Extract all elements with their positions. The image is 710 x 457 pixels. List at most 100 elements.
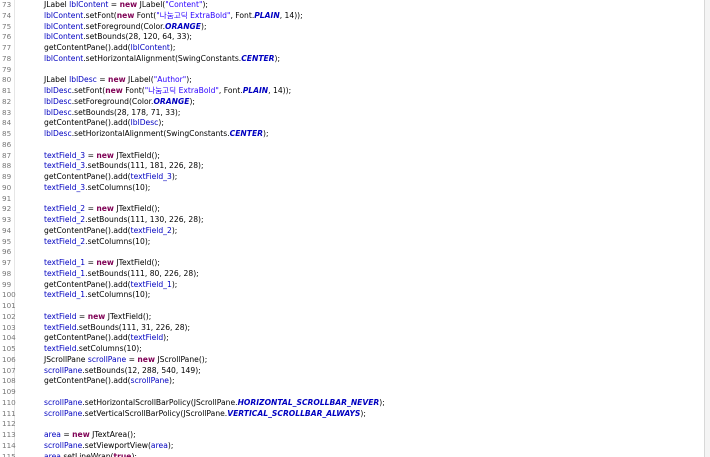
- code-line[interactable]: 81 lblDesc.setFont(new Font("나눔고딕 ExtraBo…: [0, 86, 704, 97]
- code-token: textField_1: [44, 268, 86, 278]
- code-token: );: [169, 43, 176, 52]
- line-number: 112: [2, 419, 16, 429]
- code-token: textField: [44, 322, 77, 332]
- code-line[interactable]: 109: [0, 387, 704, 398]
- line-number: 77: [2, 43, 12, 52]
- code-line[interactable]: 105 textField.setColumns(10);: [0, 344, 704, 355]
- code-line[interactable]: 79: [0, 65, 704, 76]
- line-number: 75: [2, 21, 12, 31]
- code-line[interactable]: 78 lblContent.setHorizontalAlignment(Swin…: [0, 54, 704, 65]
- code-text: textField_2 = new JTextField();: [44, 204, 160, 215]
- code-token: lblContent: [44, 53, 84, 63]
- code-line[interactable]: 102 textField = new JTextField();: [0, 312, 704, 323]
- code-token: new: [96, 150, 114, 160]
- code-line[interactable]: 73 JLabel lblContent = new JLabel("Conten…: [0, 0, 704, 11]
- code-line[interactable]: 103 textField.setBounds(111, 31, 226, 28)…: [0, 323, 704, 334]
- code-line[interactable]: 85 lblDesc.setHorizontalAlignment(SwingCo…: [0, 129, 704, 140]
- code-token: );: [360, 408, 366, 418]
- code-line[interactable]: 92 textField_2 = new JTextField();: [0, 204, 704, 215]
- code-line[interactable]: 74 lblContent.setFont(new Font("나눔고딕 Extr…: [0, 11, 704, 22]
- code-token: new: [108, 75, 126, 85]
- code-text: lblContent.setForeground(Color.ORANGE);: [44, 22, 207, 33]
- code-text: lblDesc.setFont(new Font("나눔고딕 ExtraBold…: [44, 86, 291, 97]
- code-text: textField_1 = new JTextField();: [44, 258, 160, 269]
- code-line[interactable]: 110 scrollPane.setHorizontalScrollBarPoli…: [0, 398, 704, 409]
- code-line[interactable]: 75 lblContent.setForeground(Color.ORANGE)…: [0, 22, 704, 33]
- code-line[interactable]: 91: [0, 194, 704, 205]
- vertical-scrollbar[interactable]: [705, 0, 710, 457]
- code-token: );: [189, 96, 195, 106]
- code-line[interactable]: 107 scrollPane.setBounds(12, 288, 540, 14…: [0, 366, 704, 377]
- code-line[interactable]: 80 JLabel lblDesc = new JLabel("Author");: [0, 75, 704, 86]
- code-line[interactable]: 106 JScrollPane scrollPane = new JScrollP…: [0, 355, 704, 366]
- code-token: =: [85, 204, 97, 214]
- code-text: textField_2.setBounds(111, 130, 226, 28)…: [44, 215, 204, 226]
- code-line[interactable]: 77 getContentPane().add(lblContent);: [0, 43, 704, 54]
- code-line[interactable]: 96: [0, 247, 704, 258]
- code-token: textField: [44, 344, 77, 353]
- code-token: textField_2: [44, 236, 86, 246]
- code-line[interactable]: 88 textField_3.setBounds(111, 181, 226, 2…: [0, 161, 704, 172]
- code-line[interactable]: 100 textField_1.setColumns(10);: [0, 290, 704, 301]
- code-line[interactable]: 83 lblDesc.setBounds(28, 178, 71, 33);: [0, 108, 704, 119]
- code-line[interactable]: 87 textField_3 = new JTextField();: [0, 151, 704, 162]
- code-token: =: [85, 150, 97, 160]
- code-line[interactable]: 111 scrollPane.setVerticalScrollBarPolicy…: [0, 409, 704, 420]
- code-token: .setColumns(10);: [85, 182, 151, 192]
- code-text: textField.setBounds(111, 31, 226, 28);: [44, 323, 190, 334]
- code-line[interactable]: 113 area = new JTextArea();: [0, 430, 704, 441]
- code-token: scrollPane: [44, 365, 83, 375]
- line-number: 90: [2, 182, 12, 192]
- code-token: textField: [44, 311, 77, 321]
- line-number: 113: [2, 430, 16, 439]
- code-line[interactable]: 90 textField_3.setColumns(10);: [0, 183, 704, 194]
- code-token: =: [108, 0, 120, 9]
- code-line[interactable]: 112: [0, 419, 704, 430]
- line-number: 100: [2, 290, 16, 300]
- code-token: =: [60, 430, 73, 439]
- code-line[interactable]: 89 getContentPane().add(textField_3);: [0, 172, 704, 183]
- code-token: );: [263, 129, 269, 138]
- code-text: scrollPane.setVerticalScrollBarPolicy(JS…: [44, 409, 366, 420]
- code-token: getContentPane().add(: [44, 333, 131, 343]
- code-text: getContentPane().add(scrollPane);: [44, 376, 175, 387]
- code-token: .setHorizontalAlignment(SwingConstants.: [83, 53, 242, 63]
- code-line[interactable]: 86: [0, 140, 704, 151]
- code-line[interactable]: 114 scrollPane.setViewportView(area);: [0, 441, 704, 452]
- code-token: );: [131, 451, 137, 457]
- code-token: =: [85, 258, 97, 267]
- code-token: new: [119, 0, 138, 9]
- code-line[interactable]: 93 textField_2.setBounds(111, 130, 226, 2…: [0, 215, 704, 226]
- line-number: 105: [2, 344, 16, 353]
- code-line[interactable]: 98 textField_1.setBounds(111, 80, 226, 28…: [0, 269, 704, 280]
- code-token: textField_1: [130, 279, 172, 289]
- code-line[interactable]: 94 getContentPane().add(textField_2);: [0, 226, 704, 237]
- code-token: , Font.: [230, 10, 255, 20]
- code-token: lblDesc: [44, 107, 72, 117]
- code-token: true: [113, 451, 132, 457]
- code-token: .setBounds(111, 181, 226, 28);: [85, 161, 204, 171]
- code-token: lblDesc: [44, 86, 72, 95]
- code-line[interactable]: 95 textField_2.setColumns(10);: [0, 237, 704, 248]
- code-line[interactable]: 82 lblDesc.setForeground(Color.ORANGE);: [0, 97, 704, 108]
- code-line[interactable]: 115 area.setLineWrap(true);: [0, 452, 704, 457]
- code-line[interactable]: 101: [0, 301, 704, 312]
- code-token: getContentPane().add(: [44, 279, 131, 289]
- code-editor[interactable]: 73 JLabel lblContent = new JLabel("Conten…: [0, 0, 710, 457]
- code-token: );: [171, 225, 178, 235]
- line-number: 81: [2, 86, 12, 95]
- code-line[interactable]: 104 getContentPane().add(textField);: [0, 333, 704, 344]
- code-token: CENTER: [241, 53, 275, 63]
- code-token: JLabel(: [137, 0, 166, 9]
- code-token: );: [163, 333, 169, 343]
- line-number: 73: [2, 0, 12, 9]
- code-token: );: [202, 0, 208, 9]
- code-token: textField_2: [130, 225, 172, 235]
- code-line[interactable]: 84 getContentPane().add(lblDesc);: [0, 118, 704, 129]
- code-line[interactable]: 76 lblContent.setBounds(28, 120, 64, 33);: [0, 32, 704, 43]
- code-line[interactable]: 108 getContentPane().add(scrollPane);: [0, 376, 704, 387]
- code-line[interactable]: 99 getContentPane().add(textField_1);: [0, 280, 704, 291]
- code-line[interactable]: 97 textField_1 = new JTextField();: [0, 258, 704, 269]
- code-token: JTextArea();: [89, 430, 136, 439]
- code-token: scrollPane: [130, 376, 169, 386]
